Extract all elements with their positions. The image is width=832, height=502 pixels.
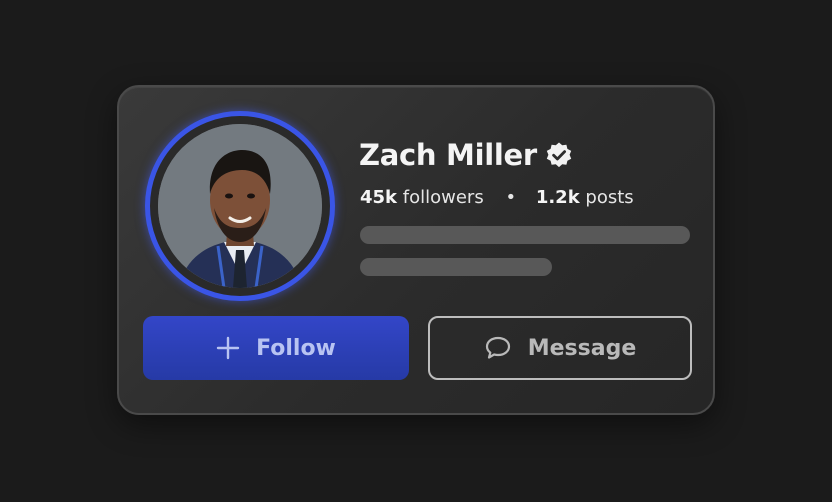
posts-label: posts (585, 187, 634, 208)
bio-placeholder-line-1 (360, 226, 690, 244)
posts-count: 1.2k (535, 187, 580, 208)
profile-stats: 45k followers • 1.2k posts (360, 186, 634, 210)
plus-icon (216, 336, 240, 360)
avatar-photo (158, 124, 322, 288)
bio-placeholder-line-2 (360, 258, 552, 276)
stats-separator: • (505, 187, 517, 208)
verified-badge-icon (545, 141, 573, 169)
follow-button-label: Follow (256, 335, 336, 361)
avatar-ring (145, 111, 335, 301)
chat-bubble-icon (484, 335, 512, 361)
avatar[interactable] (158, 124, 322, 288)
follow-button[interactable]: Follow (143, 316, 409, 380)
followers-count: 45k (360, 187, 398, 208)
followers-label: followers (402, 187, 484, 208)
profile-name: Zach Miller (359, 138, 537, 172)
name-row: Zach Miller (359, 137, 573, 173)
message-button-label: Message (527, 335, 637, 361)
profile-card: Zach Miller 45k followers • 1.2k posts F… (117, 85, 715, 415)
message-button[interactable]: Message (428, 316, 692, 380)
